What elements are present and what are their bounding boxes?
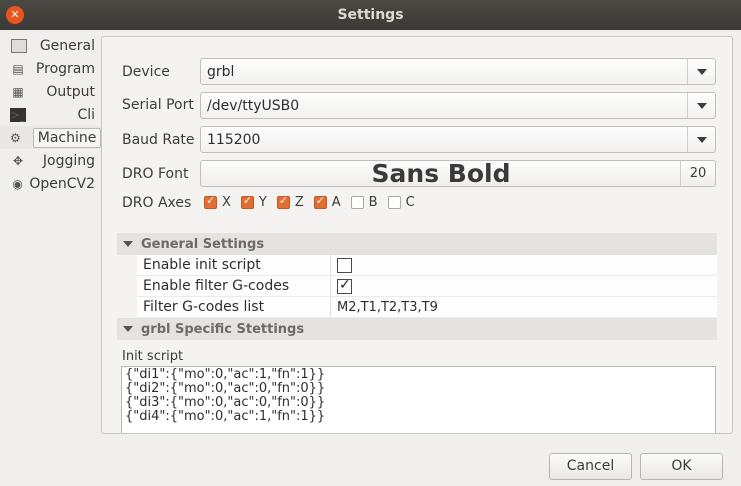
axis-a-checkbox[interactable]: A [313,194,341,210]
axis-z-checkbox[interactable]: Z [276,194,304,210]
checkbox[interactable] [387,196,401,209]
chevron-down-icon [697,137,707,143]
checkbox[interactable] [276,194,290,209]
axis-label: C [405,195,415,210]
sidebar-item-label: OpenCV2 [29,175,95,192]
terminal-icon: >_ [10,107,27,122]
axis-label: Z [294,195,304,210]
sidebar-item-output[interactable]: ▦ Output [0,80,100,103]
serial-port-value: /dev/ttyUSB0 [207,98,300,114]
sidebar-item-label: Output [46,83,95,100]
axis-c-checkbox[interactable]: C [387,195,415,210]
property-name: Filter G-codes list [137,297,331,317]
sidebar-item-program[interactable]: ▤ Program [0,57,100,80]
chevron-down-icon [697,103,707,109]
sidebar-item-general[interactable]: General [0,34,100,57]
checkbox[interactable] [204,194,217,209]
dro-axes-label: DRO Axes [122,195,192,211]
section-title: General Settings [141,236,265,252]
output-icon: ▦ [12,84,24,99]
baud-rate-dropdown-button[interactable] [687,127,715,152]
grbl-settings-section[interactable]: grbl Specific Stettings [117,318,717,340]
axis-label: A [331,195,341,210]
filter-gcodes-list-field[interactable]: M2,T1,T2,T3,T9 [331,297,717,317]
property-row: Enable filter G-codes [137,276,717,297]
sidebar-item-machine[interactable]: ⚙ Machine [0,126,102,149]
init-script-label: Init script [122,349,184,364]
sidebar-item-label: Cli [77,106,95,123]
keyboard-icon [11,38,27,53]
settings-sidebar: General ▤ Program ▦ Output >_ Cli ⚙ Mach… [0,34,102,195]
serial-port-dropdown-button[interactable] [687,93,715,118]
baud-rate-value: 115200 [207,132,261,148]
checkbox[interactable] [313,194,327,209]
checkbox[interactable] [240,194,254,209]
gear-icon: ⚙ [10,130,21,145]
serial-port-label: Serial Port [122,97,194,113]
sidebar-item-label: Machine [32,127,102,148]
property-tree: General Settings Enable init script Enab… [117,233,717,340]
baud-rate-combo[interactable]: 115200 [200,126,716,153]
script-line: {"di3":{"mo":0,"ac":0,"fn":0}} [125,395,326,410]
dro-font-button[interactable]: Sans Bold 20 [200,160,716,187]
property-name: Enable filter G-codes [137,276,331,296]
device-value: grbl [207,64,235,80]
axis-label: Y [258,195,267,210]
axis-label: B [368,195,378,210]
axis-y-checkbox[interactable]: Y [240,194,267,210]
section-title: grbl Specific Stettings [141,321,305,337]
init-script-textarea[interactable]: {"di1":{"mo":0,"ac":1,"fn":1}} {"di2":{"… [121,366,716,433]
serial-port-combo[interactable]: /dev/ttyUSB0 [200,92,716,119]
checkbox[interactable] [350,196,364,209]
dro-axes-group: X Y Z A B C [204,194,425,210]
script-line: {"di2":{"mo":0,"ac":0,"fn":0}} [125,381,326,396]
sidebar-item-opencv2[interactable]: ◉ OpenCV2 [0,172,100,195]
ok-button[interactable]: OK [640,453,723,480]
script-line: {"di1":{"mo":0,"ac":1,"fn":1}} [125,367,326,382]
expand-triangle-icon [123,326,133,332]
script-line: {"di4":{"mo":0,"ac":1,"fn":1}} [125,409,326,424]
property-value [331,255,717,275]
property-row: Enable init script [137,255,717,276]
device-label: Device [122,64,170,80]
sidebar-item-label: Jogging [42,152,95,169]
dro-font-size: 20 [680,161,715,186]
general-settings-section[interactable]: General Settings [117,233,717,255]
dro-font-name: Sans Bold [371,159,511,188]
sidebar-item-label: Program [35,60,95,77]
machine-settings-panel: Device grbl Serial Port /dev/ttyUSB0 Bau… [101,36,733,434]
document-icon: ▤ [12,61,24,76]
cancel-button[interactable]: Cancel [549,453,632,480]
axis-x-checkbox[interactable]: X [204,194,231,210]
baud-rate-label: Baud Rate [122,132,195,148]
property-value [331,276,717,296]
dro-font-label: DRO Font [122,166,189,182]
enable-filter-gcodes-checkbox[interactable] [337,277,352,294]
sidebar-item-label: General [39,37,95,54]
device-combo[interactable]: grbl [200,58,716,85]
axis-b-checkbox[interactable]: B [350,195,378,210]
window-title: Settings [337,7,404,23]
move-arrows-icon: ✥ [12,153,24,168]
axis-label: X [222,195,231,210]
title-bar: ✕ Settings [0,0,741,30]
property-name: Enable init script [137,255,331,275]
eye-icon: ◉ [12,176,23,191]
sidebar-item-jogging[interactable]: ✥ Jogging [0,149,100,172]
chevron-down-icon [697,69,707,75]
enable-init-script-checkbox[interactable] [337,257,352,273]
property-row: Filter G-codes list M2,T1,T2,T3,T9 [137,297,717,318]
sidebar-item-cli[interactable]: >_ Cli [0,103,100,126]
device-dropdown-button[interactable] [687,59,715,84]
expand-triangle-icon [123,241,133,247]
